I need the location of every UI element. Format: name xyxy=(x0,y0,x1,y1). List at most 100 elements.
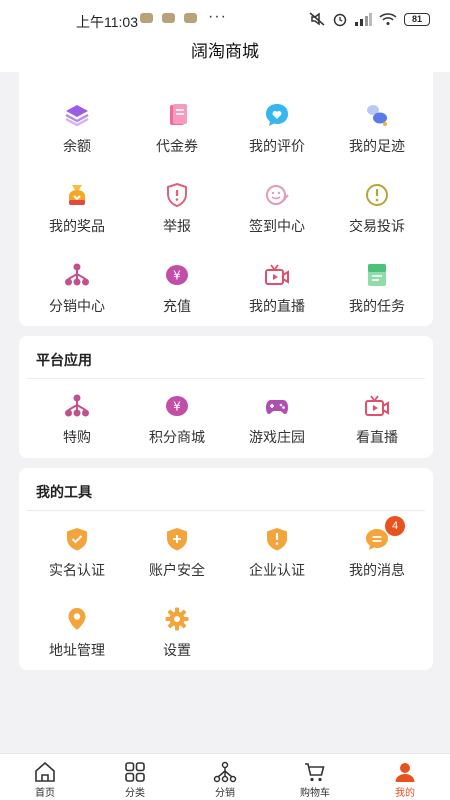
grid-item-watch-live[interactable]: 看直播 xyxy=(327,393,427,453)
grid-item-label: 我的消息 xyxy=(349,562,405,578)
tab-home[interactable]: 首页 xyxy=(0,754,90,800)
more-notifications-icon: ··· xyxy=(208,8,227,25)
tab-label: 购物车 xyxy=(300,788,330,799)
grid-item-my-prizes[interactable]: 我的奖品 xyxy=(27,182,127,242)
yuan-coin-icon: ¥ xyxy=(166,265,188,285)
tab-label: 分类 xyxy=(125,788,145,799)
distribution-icon xyxy=(213,761,237,783)
grid-item-recharge[interactable]: ¥ 充值 xyxy=(127,262,227,322)
bottom-tab-bar: 首页 分类 分销 购物车 我的 xyxy=(0,753,450,800)
status-bar: 上午11:03 ··· 81 xyxy=(0,0,450,38)
enterprise-shield-icon xyxy=(267,528,287,551)
divider xyxy=(27,510,425,511)
grid-item-settings[interactable]: 设置 xyxy=(127,606,227,666)
platform-apps-card: 平台应用 特购 ¥ 积分商城 游戏庄园 看直播 xyxy=(19,336,433,458)
cart-icon xyxy=(305,763,325,782)
distribution-icon xyxy=(65,263,89,286)
signal-icon xyxy=(355,13,372,26)
notification-icons xyxy=(140,13,197,23)
grid-item-real-name-verify[interactable]: 实名认证 xyxy=(27,526,127,586)
grid-item-label: 我的奖品 xyxy=(49,218,105,234)
app-header: 阔淘商城 xyxy=(0,38,450,72)
grid-item-address-management[interactable]: 地址管理 xyxy=(27,606,127,666)
grid-item-label: 实名认证 xyxy=(49,562,105,578)
footprint-icon xyxy=(367,105,387,126)
task-doc-icon xyxy=(368,264,386,286)
grid-item-label: 地址管理 xyxy=(49,642,105,658)
tab-label: 首页 xyxy=(35,788,55,799)
settings-gear-icon xyxy=(165,607,189,631)
tab-distribution[interactable]: 分销 xyxy=(180,754,270,800)
grid-item-label: 分销中心 xyxy=(49,298,105,314)
tab-label: 我的 xyxy=(395,788,415,799)
tab-label: 分销 xyxy=(215,788,235,799)
account-features-card: 余额 代金券 我的评价 我的足迹 我的奖品 举报 签到中心 交易投诉 分销中心 … xyxy=(19,72,433,326)
gamepad-icon xyxy=(266,400,288,414)
security-shield-icon xyxy=(167,528,187,551)
user-icon xyxy=(395,763,415,782)
grid-item-label: 举报 xyxy=(163,218,191,234)
grid-item-label: 签到中心 xyxy=(249,218,305,234)
page-title: 阔淘商城 xyxy=(191,42,259,61)
divider xyxy=(27,378,425,379)
category-grid-icon xyxy=(125,762,145,782)
grid-item-label: 游戏庄园 xyxy=(249,429,305,445)
battery-icon: 81 xyxy=(404,12,430,26)
grid-item-label: 余额 xyxy=(63,138,91,154)
unread-badge: 4 xyxy=(385,516,405,536)
grid-item-my-reviews[interactable]: 我的评价 xyxy=(227,102,327,162)
grid-item-sign-in-center[interactable]: 签到中心 xyxy=(227,182,327,242)
svg-text:¥: ¥ xyxy=(173,400,181,414)
live-camera-icon xyxy=(265,264,289,285)
grid-item-points-mall[interactable]: ¥ 积分商城 xyxy=(127,393,227,453)
grid-item-game-manor[interactable]: 游戏庄园 xyxy=(227,393,327,453)
chat-heart-icon xyxy=(266,104,288,126)
distribution-icon xyxy=(65,394,89,417)
grid-item-my-live[interactable]: 我的直播 xyxy=(227,262,327,322)
status-right: 81 xyxy=(308,11,430,27)
layers-icon xyxy=(65,105,89,127)
yuan-coin-icon: ¥ xyxy=(166,396,188,416)
grid-item-label: 账户安全 xyxy=(149,562,205,578)
grid-item-account-security[interactable]: 账户安全 xyxy=(127,526,227,586)
grid-item-label: 特购 xyxy=(63,429,91,445)
my-tools-card: 我的工具 实名认证 账户安全 企业认证 4 我的消息 地址管理 设置 xyxy=(19,468,433,670)
grid-item-label: 我的任务 xyxy=(349,298,405,314)
grid-item-label: 我的评价 xyxy=(249,138,305,154)
coupon-icon xyxy=(170,104,187,125)
mute-icon xyxy=(309,12,325,26)
grid-item-label: 代金券 xyxy=(156,138,198,154)
grid-item-label: 设置 xyxy=(163,642,191,658)
live-camera-icon xyxy=(365,395,389,416)
grid-item-footprints[interactable]: 我的足迹 xyxy=(327,102,427,162)
section-title: 平台应用 xyxy=(36,352,92,368)
grid-item-label: 积分商城 xyxy=(149,429,205,445)
report-shield-icon xyxy=(167,182,187,208)
status-time: 上午11:03 xyxy=(76,14,138,30)
alarm-icon xyxy=(333,13,347,27)
grid-item-label: 企业认证 xyxy=(249,562,305,578)
grid-item-balance[interactable]: 余额 xyxy=(27,102,127,162)
section-title: 我的工具 xyxy=(36,484,92,500)
grid-item-special-purchase[interactable]: 特购 xyxy=(27,393,127,453)
prize-bag-icon xyxy=(69,185,85,205)
tab-cart[interactable]: 购物车 xyxy=(270,754,360,800)
home-icon xyxy=(35,761,55,782)
grid-item-distribution-center[interactable]: 分销中心 xyxy=(27,262,127,322)
grid-item-report[interactable]: 举报 xyxy=(127,182,227,242)
grid-item-my-tasks[interactable]: 我的任务 xyxy=(327,262,427,322)
grid-item-label: 我的足迹 xyxy=(349,138,405,154)
grid-item-label: 交易投诉 xyxy=(349,218,405,234)
location-pin-icon xyxy=(68,608,86,630)
sign-in-icon xyxy=(266,185,289,205)
tab-category[interactable]: 分类 xyxy=(90,754,180,800)
grid-item-trade-complaint[interactable]: 交易投诉 xyxy=(327,182,427,242)
grid-item-enterprise-verify[interactable]: 企业认证 xyxy=(227,526,327,586)
wifi-icon xyxy=(379,13,397,25)
grid-item-voucher[interactable]: 代金券 xyxy=(127,102,227,162)
notification-icon xyxy=(162,13,175,23)
grid-item-my-messages[interactable]: 4 我的消息 xyxy=(327,516,427,586)
grid-item-label: 充值 xyxy=(163,298,191,314)
tab-mine[interactable]: 我的 xyxy=(360,754,450,800)
complaint-icon xyxy=(366,184,388,206)
